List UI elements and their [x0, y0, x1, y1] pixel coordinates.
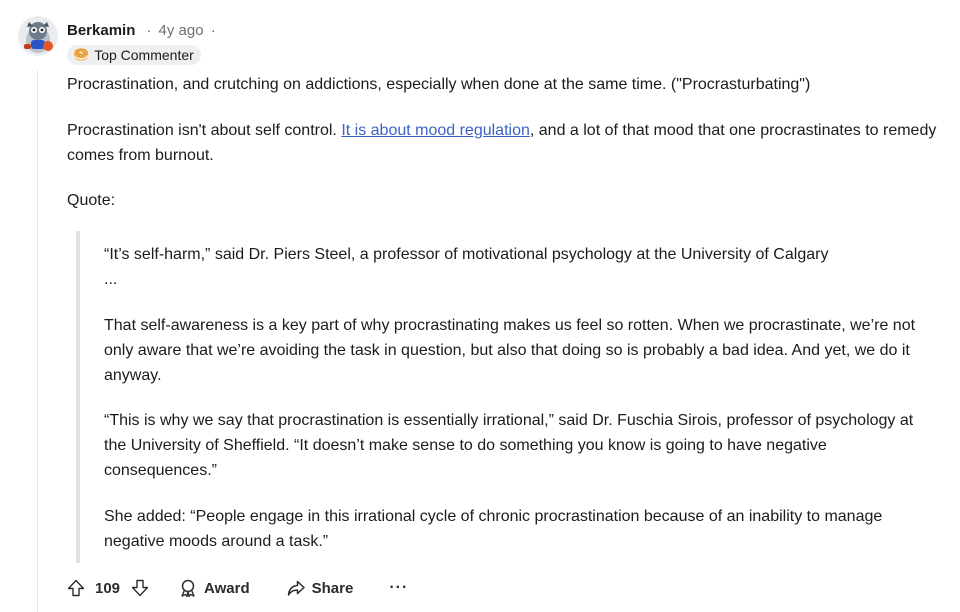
comment-age: 4y ago	[158, 21, 204, 39]
award-icon	[181, 579, 195, 598]
more-options-icon: ···	[389, 579, 409, 596]
quote-paragraph-4: She added: “People engage in this irrati…	[104, 508, 883, 550]
comment-actions: 109 Award Share ···	[66, 574, 408, 602]
meta-separator-trailing: ·	[210, 21, 216, 39]
vote-score: 109	[95, 579, 121, 597]
thread-line[interactable]	[37, 70, 38, 612]
user-flair: 🥯 Top Commenter	[67, 45, 201, 65]
meta-separator: ·	[146, 21, 152, 39]
avatar[interactable]	[18, 16, 58, 56]
downvote-button[interactable]	[130, 578, 150, 598]
quote-paragraph-1-line-1: “It’s self-harm,” said Dr. Piers Steel, …	[104, 246, 829, 263]
award-label: Award	[204, 579, 250, 597]
paragraph-3: Quote:	[67, 192, 116, 209]
paragraph-2: Procrastination isn't about self control…	[67, 118, 947, 168]
comment-meta: · 4y ago ·	[143, 22, 218, 39]
avatar-image	[18, 16, 58, 56]
downvote-icon	[131, 579, 149, 597]
quote-paragraph-2: That self-awareness is a key part of why…	[104, 317, 916, 384]
quote-paragraph-1: “It’s self-harm,” said Dr. Piers Steel, …	[104, 242, 936, 292]
upvote-button[interactable]	[66, 578, 86, 598]
author-username[interactable]: Berkamin	[67, 22, 135, 39]
mood-regulation-link[interactable]: It is about mood regulation	[341, 122, 530, 139]
quote-paragraph-3: “This is why we say that procrastination…	[104, 412, 914, 479]
bagel-icon: 🥯	[73, 47, 90, 62]
comment-header: Berkamin · 4y ago ·	[67, 20, 219, 40]
paragraph-2-text: Procrastination isn't about self control…	[67, 122, 342, 139]
comment: Berkamin · 4y ago · 🥯 Top Commenter Proc…	[0, 0, 960, 612]
vote-group: 109	[66, 578, 150, 598]
share-button[interactable]: Share	[286, 578, 354, 598]
award-button[interactable]: Award	[178, 578, 250, 598]
paragraph-1: Procrastination, and crutching on addict…	[67, 76, 811, 93]
share-label: Share	[311, 579, 354, 597]
flair-text: Top Commenter	[94, 47, 194, 63]
share-icon	[287, 580, 305, 596]
upvote-icon	[67, 579, 85, 597]
more-options-button[interactable]: ···	[389, 579, 408, 597]
blockquote: “It’s self-harm,” said Dr. Piers Steel, …	[76, 231, 940, 563]
quote-paragraph-1-line-2: ...	[104, 271, 118, 288]
